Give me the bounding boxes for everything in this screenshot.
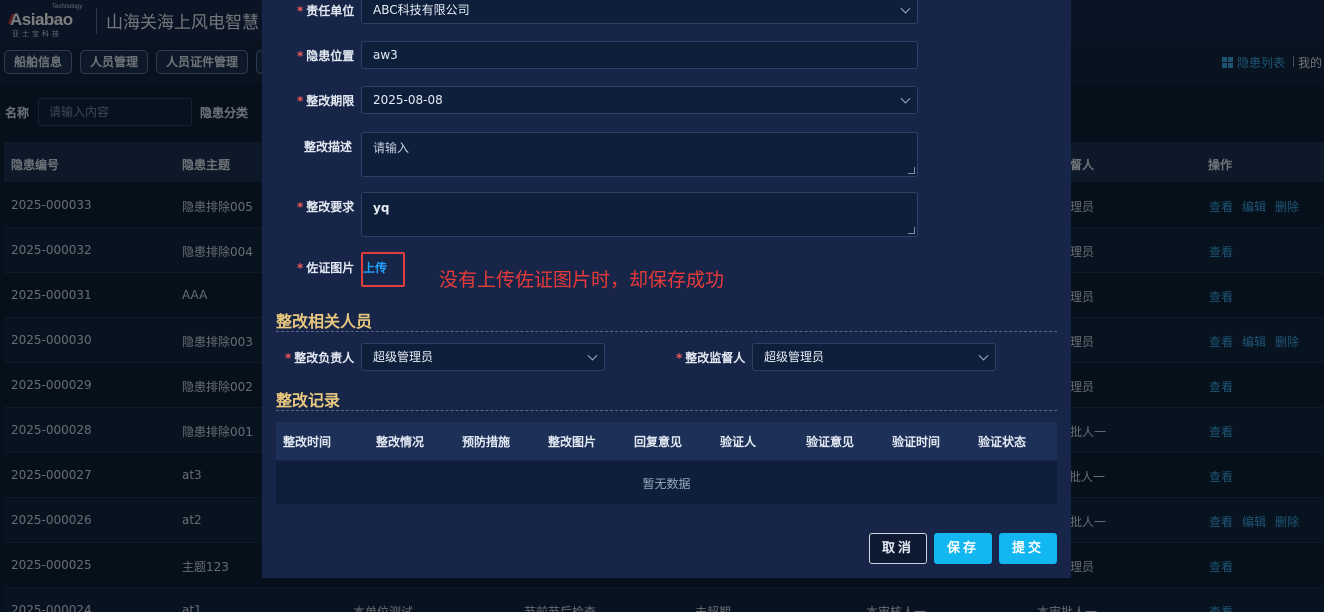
- select-responsible-unit[interactable]: ABC科技有限公司: [361, 0, 918, 24]
- cancel-button[interactable]: 取消: [869, 533, 927, 564]
- label-requirement: * 整改要求: [297, 200, 355, 214]
- select-supervisor[interactable]: 超级管理员: [752, 343, 996, 371]
- resize-grip-icon[interactable]: [908, 227, 915, 234]
- resize-grip-icon[interactable]: [908, 167, 915, 174]
- rec-th-situation: 整改情况: [376, 435, 425, 449]
- label-evidence: * 佐证图片: [297, 261, 355, 275]
- upload-button[interactable]: 上传: [363, 259, 387, 276]
- rec-th-prevention: 预防措施: [462, 435, 511, 449]
- rec-th-verify-status: 验证状态: [978, 435, 1027, 449]
- annotation-note: 没有上传佐证图片时，却保存成功: [439, 269, 725, 291]
- section-records-title: 整改记录: [276, 391, 341, 410]
- select-owner[interactable]: 超级管理员: [361, 343, 605, 371]
- label-location: * 隐患位置: [297, 49, 355, 63]
- rec-th-images: 整改图片: [548, 435, 597, 449]
- submit-button[interactable]: 提交: [999, 533, 1057, 564]
- label-description: 整改描述: [304, 140, 353, 154]
- rec-th-verifier: 验证人: [720, 435, 757, 449]
- rec-th-verify-time: 验证时间: [892, 435, 941, 449]
- save-button[interactable]: 保存: [934, 533, 992, 564]
- records-empty-text: 暂无数据: [642, 477, 691, 491]
- label-owner: * 整改负责人: [285, 351, 355, 365]
- textarea-requirement[interactable]: yq: [361, 192, 918, 237]
- label-responsible-unit: * 责任单位: [297, 4, 355, 18]
- section-divider: [276, 410, 1057, 411]
- rec-th-reply: 回复意见: [634, 435, 683, 449]
- label-supervisor: * 整改监督人: [676, 351, 746, 365]
- label-deadline: * 整改期限: [297, 94, 355, 108]
- rec-th-time: 整改时间: [283, 435, 332, 449]
- section-people-title: 整改相关人员: [276, 312, 373, 331]
- rec-th-verify-opinion: 验证意见: [806, 435, 855, 449]
- input-location[interactable]: aw3: [361, 41, 918, 69]
- section-divider: [276, 331, 1057, 332]
- textarea-description[interactable]: 请输入: [361, 132, 918, 177]
- select-deadline[interactable]: 2025-08-08: [361, 86, 918, 114]
